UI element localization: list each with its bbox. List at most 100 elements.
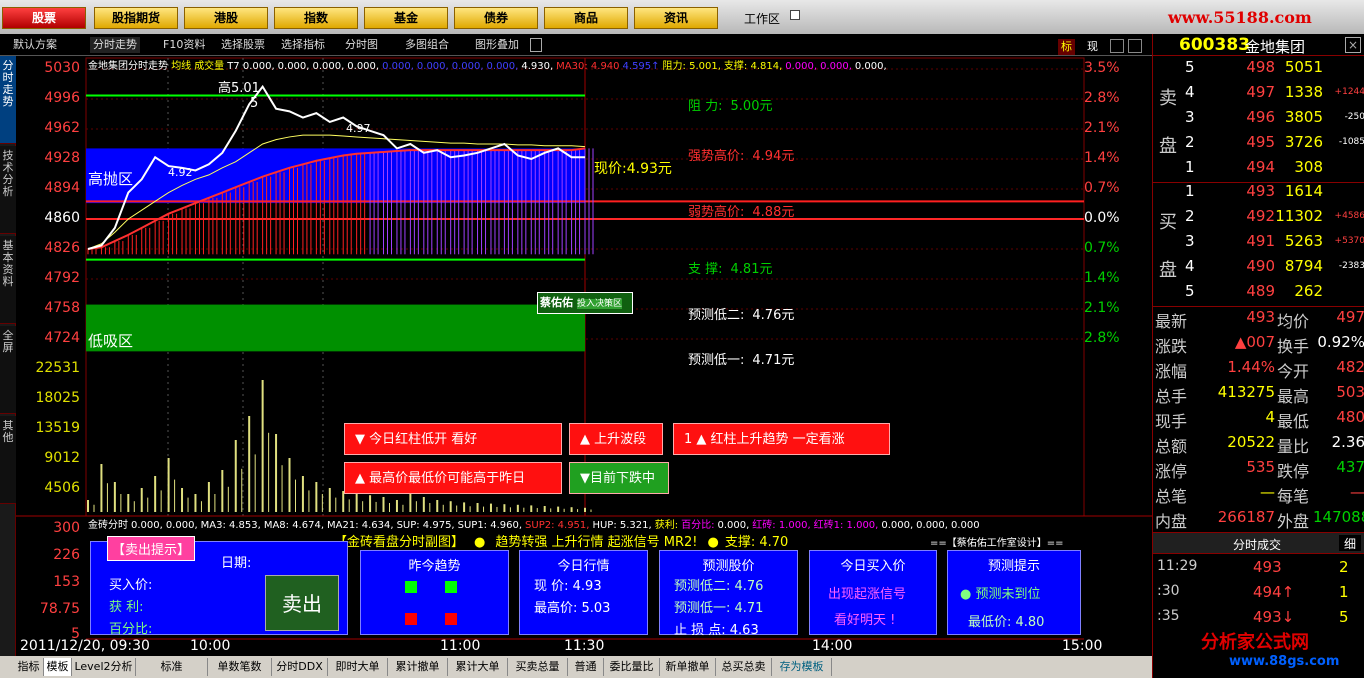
order-price: 497 bbox=[1246, 83, 1275, 101]
stock-code: 600383 bbox=[1179, 35, 1250, 55]
order-level: 4 bbox=[1185, 257, 1195, 275]
topnav-6[interactable]: 商品 bbox=[544, 7, 628, 29]
bottom-tab-10[interactable]: 普通 bbox=[568, 658, 604, 676]
bottom-tab-1[interactable]: 模板 bbox=[44, 658, 72, 676]
topnav-3[interactable]: 指数 bbox=[274, 7, 358, 29]
toolbar-item-3[interactable]: 选择股票 bbox=[218, 37, 268, 53]
tick-price: 494↑ bbox=[1253, 583, 1295, 601]
side-tab-2[interactable]: 基本资料 bbox=[0, 236, 16, 324]
order-row: 3 491 5263 +5370 bbox=[1153, 232, 1364, 257]
bottom-tab-8[interactable]: 累计大单 bbox=[448, 658, 508, 676]
topnav-1[interactable]: 股指期货 bbox=[94, 7, 178, 29]
stat-value-2: 2.36 bbox=[1331, 433, 1364, 451]
watermark: 分析家公式网 www.88gs.com bbox=[1177, 628, 1363, 674]
stat-label: 涨停 bbox=[1155, 462, 1188, 481]
stat-label-2: 最低 bbox=[1277, 412, 1310, 431]
bottom-tab-14[interactable]: 存为模板 bbox=[772, 658, 832, 676]
tick-row: :30 494↑ 1 bbox=[1153, 583, 1364, 608]
stat-label-2: 每笔 bbox=[1277, 487, 1310, 506]
topnav-2[interactable]: 港股 bbox=[184, 7, 268, 29]
window-icon[interactable] bbox=[1128, 39, 1142, 53]
order-row: 2 492 11302 +4586 bbox=[1153, 207, 1364, 232]
side-tab-char: 势 bbox=[2, 95, 14, 108]
workzone-dropdown-icon[interactable] bbox=[790, 10, 800, 20]
order-price: 495 bbox=[1246, 133, 1275, 151]
toolbar-item-2[interactable]: F10资料 bbox=[160, 37, 208, 53]
side-tab-4[interactable]: 其他 bbox=[0, 416, 16, 504]
tick-price: 493 bbox=[1253, 558, 1282, 576]
order-volume: 1614 bbox=[1284, 182, 1323, 200]
tick-volume: 1 bbox=[1339, 583, 1349, 601]
watermark-url: www.88gs.com bbox=[1229, 654, 1340, 669]
side-tab-3[interactable]: 全屏 bbox=[0, 326, 16, 414]
bottom-tab-7[interactable]: 累计撤单 bbox=[388, 658, 448, 676]
workzone-label[interactable]: 工作区 bbox=[744, 10, 780, 27]
tick-volume: 5 bbox=[1339, 608, 1349, 626]
topnav-7[interactable]: 资讯 bbox=[634, 7, 718, 29]
bottom-tab-4[interactable]: 单数笔数 bbox=[208, 658, 272, 676]
topnav-5[interactable]: 债券 bbox=[454, 7, 538, 29]
stat-row: 涨停 535 跌停 437 bbox=[1153, 458, 1364, 483]
side-tab-0[interactable]: 分时走势 bbox=[0, 56, 16, 144]
stat-label-2: 换手 bbox=[1277, 337, 1310, 356]
intraday-chart[interactable] bbox=[16, 56, 1152, 656]
toolbar-item-6[interactable]: 多图组合 bbox=[402, 37, 452, 53]
stat-value-2: 0.92% bbox=[1317, 333, 1364, 351]
order-volume: 3805 bbox=[1284, 108, 1323, 126]
bottom-tab-2[interactable]: Level2分析 bbox=[72, 658, 136, 676]
side-tab-1[interactable]: 技术分析 bbox=[0, 146, 16, 234]
stat-value-2: 147088 bbox=[1313, 508, 1364, 526]
left-arrow-icon[interactable] bbox=[1110, 39, 1124, 53]
toolbar-item-7[interactable]: 图形叠加 bbox=[472, 37, 522, 53]
order-row: 5 489 262 bbox=[1153, 282, 1364, 307]
toolbar-item-1[interactable]: 分时走势 bbox=[90, 37, 140, 53]
order-level: 3 bbox=[1185, 232, 1195, 250]
stat-value: 1.44% bbox=[1227, 358, 1275, 376]
order-price: 489 bbox=[1246, 282, 1275, 300]
stat-label: 总额 bbox=[1155, 437, 1188, 456]
order-row: 2 495 3726 -1085 bbox=[1153, 133, 1364, 158]
order-volume: 262 bbox=[1294, 282, 1323, 300]
stat-value-2: 503 bbox=[1336, 383, 1364, 401]
order-price: 490 bbox=[1246, 257, 1275, 275]
stat-value: 4 bbox=[1265, 408, 1275, 426]
tick-row: 11:29 493 2 bbox=[1153, 558, 1364, 583]
stat-row: 总额 20522 量比 2.36 bbox=[1153, 433, 1364, 458]
topnav-0[interactable]: 股票 bbox=[2, 7, 86, 29]
stat-label-2: 今开 bbox=[1277, 362, 1310, 381]
side-tab-char: 他 bbox=[2, 431, 14, 444]
close-icon[interactable]: × bbox=[1345, 37, 1361, 53]
mark-button[interactable]: 标 bbox=[1058, 39, 1075, 55]
cur-button[interactable]: 现 bbox=[1084, 39, 1101, 55]
order-level: 4 bbox=[1185, 83, 1195, 101]
toolbar-item-4[interactable]: 选择指标 bbox=[278, 37, 328, 53]
quote-panel: 600383 金地集团 × 卖盘买盘 5 498 5051 4 497 1338 +1244 3 496… bbox=[1152, 34, 1364, 678]
stat-label: 总手 bbox=[1155, 387, 1188, 406]
lock-icon[interactable] bbox=[530, 38, 542, 52]
toolbar-item-0[interactable]: 默认方案 bbox=[10, 37, 60, 53]
order-change: -1085 bbox=[1338, 137, 1364, 147]
bottom-tab-9[interactable]: 买卖总量 bbox=[508, 658, 568, 676]
tick-volume: 2 bbox=[1339, 558, 1349, 576]
bottom-tab-6[interactable]: 即时大单 bbox=[328, 658, 388, 676]
chart-toolbar: 默认方案 分时走势 F10资料 选择股票 选择指标 分时图 多图组合 图形叠加 bbox=[0, 34, 1152, 56]
bottom-tab-13[interactable]: 总买总卖 bbox=[716, 658, 772, 676]
stat-label-2: 最高 bbox=[1277, 387, 1310, 406]
bottom-tab-12[interactable]: 新单撤单 bbox=[660, 658, 716, 676]
stat-label: 涨幅 bbox=[1155, 362, 1188, 381]
detail-button[interactable]: 细 bbox=[1339, 535, 1361, 551]
bottom-tab-11[interactable]: 委比量比 bbox=[604, 658, 660, 676]
tick-time: :35 bbox=[1157, 608, 1180, 624]
order-level: 5 bbox=[1185, 58, 1195, 76]
bottom-tab-3[interactable]: 标准 bbox=[136, 658, 208, 676]
stat-row: 现手 4 最低 480 bbox=[1153, 408, 1364, 433]
stat-value: 535 bbox=[1246, 458, 1275, 476]
stat-label-2: 外盘 bbox=[1277, 512, 1310, 531]
order-row: 4 497 1338 +1244 bbox=[1153, 83, 1364, 108]
topnav-4[interactable]: 基金 bbox=[364, 7, 448, 29]
bottom-tab-0[interactable]: 指标 bbox=[14, 658, 44, 676]
order-volume: 5263 bbox=[1284, 232, 1323, 250]
bottom-tab-5[interactable]: 分时DDX bbox=[272, 658, 328, 676]
toolbar-item-5[interactable]: 分时图 bbox=[342, 37, 381, 53]
toolbar-right-group: 标 现 bbox=[1058, 36, 1152, 55]
